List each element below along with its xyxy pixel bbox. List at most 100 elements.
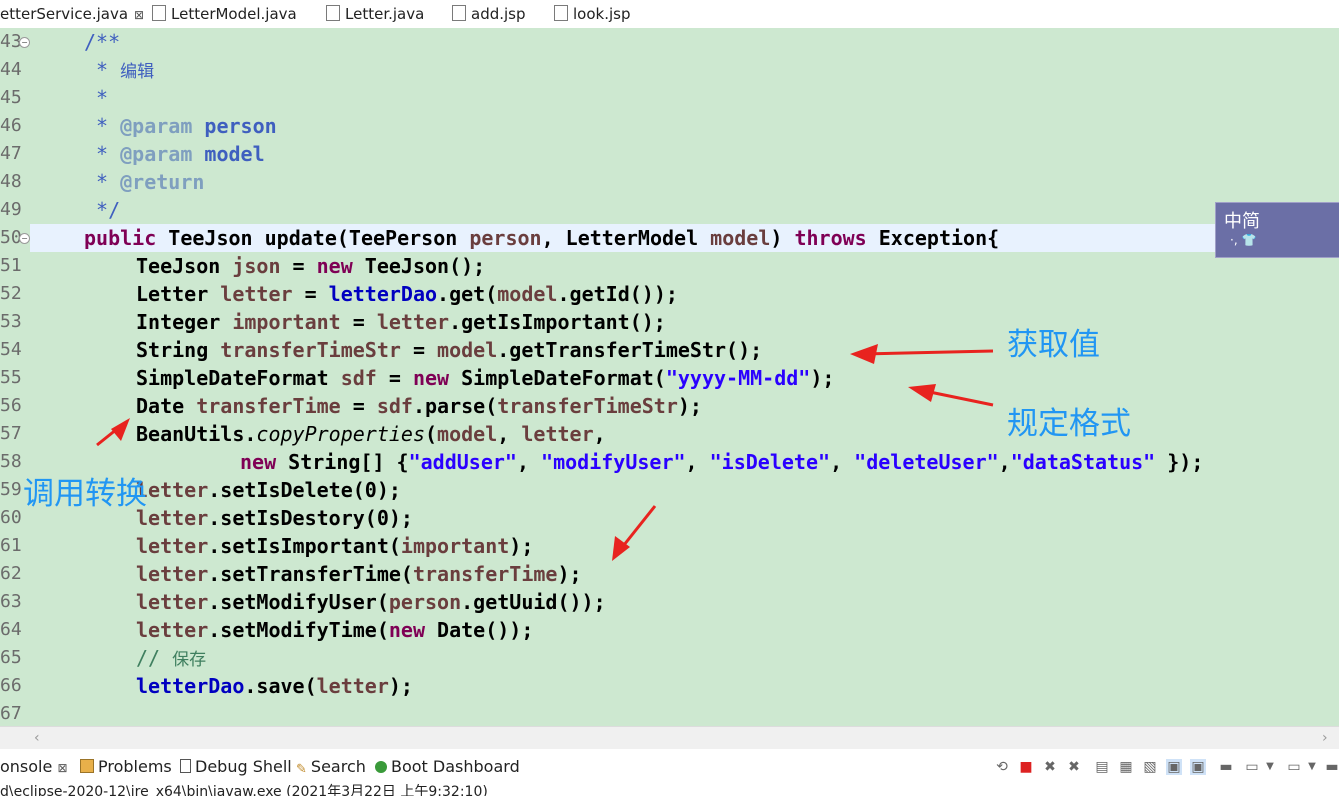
tab-label: Letter.java [345, 5, 425, 23]
display-console-icon[interactable]: ▭ [1244, 759, 1260, 775]
line-number: 51 [0, 255, 22, 276]
tab-label: Boot Dashboard [391, 757, 520, 776]
annotation-format: 规定格式 [1007, 406, 1131, 442]
tab-label: look.jsp [573, 5, 631, 23]
code-line: * @return [84, 170, 205, 194]
line-number: 47 [0, 143, 22, 164]
line-number: 52 [0, 283, 22, 304]
line-number: 46 [0, 115, 22, 136]
spring-boot-icon [375, 761, 387, 773]
fold-toggle-icon[interactable]: − [19, 37, 30, 48]
code-line: letterDao.save(letter); [136, 674, 413, 698]
fold-toggle-icon[interactable]: − [19, 233, 30, 244]
open-console-icon[interactable]: ▭ [1286, 759, 1302, 775]
code-line: new String[] {"addUser", "modifyUser", "… [240, 450, 1204, 474]
line-number: 54 [0, 339, 22, 360]
clear-console-icon[interactable]: ▤ [1094, 759, 1110, 775]
code-line: SimpleDateFormat sdf = new SimpleDateFor… [136, 366, 835, 390]
tab-label: onsole [0, 757, 53, 776]
show-on-stdout-icon[interactable]: ▣ [1166, 759, 1182, 775]
console-tab-bar: onsole ⊠ Problems Debug Shell ✎ Search Bo… [0, 749, 1339, 783]
tab-look-jsp[interactable]: look.jsp [554, 0, 630, 28]
pin-console-icon[interactable]: ▬ [1218, 759, 1234, 775]
code-line: // 保存 [136, 646, 207, 670]
annotation-call-convert: 调用转换 [23, 476, 147, 512]
java-file-icon [152, 5, 166, 21]
code-line: BeanUtils.copyProperties(model, letter, [136, 422, 606, 446]
tab-problems[interactable]: Problems [80, 756, 172, 778]
tab-console[interactable]: onsole ⊠ [0, 756, 68, 778]
ime-options: ·, 👕 [1230, 233, 1257, 247]
jsp-file-icon [452, 5, 466, 21]
line-number: 64 [0, 619, 22, 640]
line-number: 62 [0, 563, 22, 584]
tab-debug-shell[interactable]: Debug Shell [180, 756, 292, 778]
code-line: * 编辑 [84, 58, 155, 82]
arrow-to-set-transfer-time [612, 505, 657, 561]
minimize-icon[interactable]: ▬ [1324, 759, 1339, 775]
line-number: 57 [0, 423, 22, 444]
code-line: letter.setModifyUser(person.getUuid()); [136, 590, 606, 614]
horizontal-scrollbar[interactable]: ‹ › [0, 726, 1339, 749]
tab-label: Problems [98, 757, 172, 776]
arrow-to-format [908, 384, 994, 407]
ime-mode-label: 中简 [1224, 211, 1260, 232]
tab-add-jsp[interactable]: add.jsp [452, 0, 526, 28]
line-number: 61 [0, 535, 22, 556]
code-line: letter.setIsDelete(0); [136, 478, 401, 502]
remove-all-icon[interactable]: ✖ [1066, 759, 1082, 775]
code-line: * @param model [84, 142, 265, 166]
code-line: public TeeJson update(TeePerson person, … [84, 226, 1000, 250]
search-icon: ✎ [296, 762, 307, 777]
line-number: 53 [0, 311, 22, 332]
tab-lettermodel-java[interactable]: LetterModel.java [152, 0, 297, 28]
tab-label: LetterModel.java [171, 5, 297, 23]
code-line: * @param person [84, 114, 277, 138]
code-line: letter.setModifyTime(new Date()); [136, 618, 534, 642]
line-number: 63 [0, 591, 22, 612]
code-line: /** [84, 30, 121, 54]
code-line: Integer important = letter.getIsImportan… [136, 310, 666, 334]
close-icon[interactable]: ⊠ [57, 761, 67, 775]
code-line: String transferTimeStr = model.getTransf… [136, 338, 763, 362]
problems-icon [80, 759, 94, 773]
arrow-to-call-convert [96, 418, 130, 447]
terminate-icon[interactable]: ■ [1018, 759, 1034, 775]
code-line: letter.setTransferTime(transferTime); [136, 562, 582, 586]
tab-letterservice-java[interactable]: etterService.java ⊠ [0, 0, 144, 28]
code-line: letter.setIsDestory(0); [136, 506, 413, 530]
code-line: Date transferTime = sdf.parse(transferTi… [136, 394, 702, 418]
annotation-get-value: 获取值 [1007, 327, 1100, 363]
editor-tab-bar: etterService.java ⊠ LetterModel.java Lett… [0, 0, 1339, 29]
scroll-right-icon[interactable]: › [1322, 730, 1328, 746]
scroll-left-icon[interactable]: ‹ [34, 730, 40, 746]
tab-label: Search [310, 757, 366, 776]
tab-label: Debug Shell [195, 757, 292, 776]
console-process-line: d\eclipse-2020-12\jre_x64\bin\javaw.exe … [0, 784, 488, 796]
tab-search[interactable]: ✎ Search [296, 756, 366, 778]
chevron-down-icon[interactable]: ▼ [1304, 759, 1320, 775]
code-line: */ [84, 198, 121, 222]
code-line: Letter letter = letterDao.get(model.getI… [136, 282, 678, 306]
line-number: 65 [0, 647, 22, 668]
remove-launch-icon[interactable]: ✖ [1042, 759, 1058, 775]
line-number: 49 [0, 199, 22, 220]
line-number: 45 [0, 87, 22, 108]
ime-status-widget[interactable]: 中简 ·, 👕 [1215, 202, 1339, 258]
code-line: * [84, 86, 109, 110]
word-wrap-icon[interactable]: ▧ [1142, 759, 1158, 775]
relaunch-icon[interactable]: ⟲ [994, 759, 1010, 775]
line-number: 55 [0, 367, 22, 388]
line-number: 67 [0, 703, 22, 724]
line-number: 44 [0, 59, 22, 80]
code-line: letter.setIsImportant(important); [136, 534, 534, 558]
line-number: 66 [0, 675, 22, 696]
scroll-lock-icon[interactable]: ▦ [1118, 759, 1134, 775]
tab-letter-java[interactable]: Letter.java [326, 0, 424, 28]
jsp-file-icon [554, 5, 568, 21]
close-icon[interactable]: ⊠ [134, 8, 144, 22]
tab-boot-dashboard[interactable]: Boot Dashboard [375, 756, 520, 778]
code-editor[interactable]: 43 44 45 46 47 48 49 50 51 52 53 54 55 5… [0, 28, 1339, 726]
show-on-stderr-icon[interactable]: ▣ [1190, 759, 1206, 775]
chevron-down-icon[interactable]: ▼ [1262, 759, 1278, 775]
